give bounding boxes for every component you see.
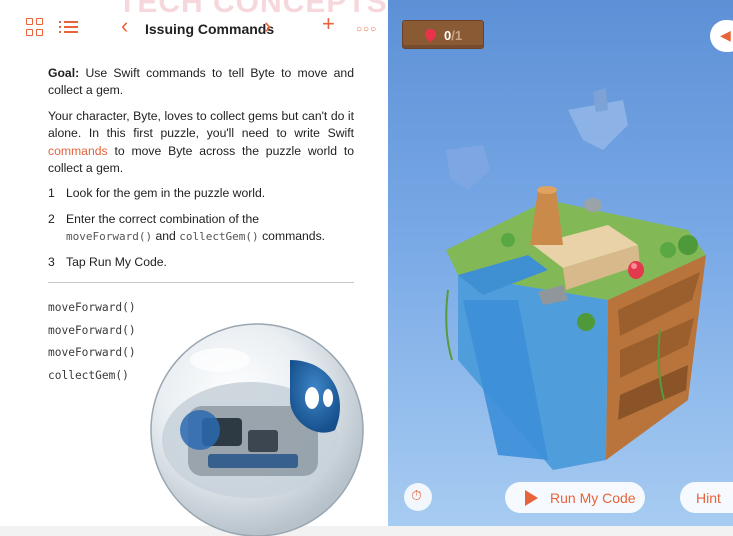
speaker-icon: ◀: [720, 27, 731, 43]
commands-link[interactable]: commands: [48, 144, 108, 158]
steps-list: 1 Look for the gem in the puzzle world. 2…: [48, 185, 354, 271]
code-token: collectGem(): [179, 230, 259, 244]
goal-paragraph: Goal: Use Swift commands to tell Byte to…: [48, 65, 354, 100]
game-controls: ⏱ Run My Code Hint: [388, 480, 733, 520]
code-line[interactable]: moveForward(): [48, 297, 136, 320]
intro-paragraph: Your character, Byte, loves to collect g…: [48, 108, 354, 178]
step-number: 1: [48, 186, 55, 201]
divider: [48, 282, 354, 283]
goal-text: Use Swift commands to tell Byte to move …: [48, 66, 354, 98]
speed-button[interactable]: ⏱: [404, 483, 432, 511]
floating-island: [446, 145, 490, 190]
code-token: moveForward(): [66, 230, 153, 244]
step-number: 2: [48, 211, 55, 226]
plus-icon[interactable]: +: [322, 13, 335, 35]
floating-island: [568, 88, 628, 150]
step-item: 3 Tap Run My Code.: [48, 254, 354, 271]
step-item: 2 Enter the correct combination of the mov…: [48, 211, 354, 246]
score-total: /1: [451, 28, 463, 43]
step-number: 3: [48, 254, 55, 269]
step-text: commands.: [258, 229, 326, 244]
puzzle-world-scene[interactable]: [388, 0, 733, 536]
lesson-pane: TECH CONCEPTS ‹ Issuing Commands › + ○○○…: [0, 0, 388, 536]
code-editor[interactable]: moveForward() moveForward() moveForward(…: [48, 297, 136, 387]
more-icon[interactable]: ○○○: [356, 20, 377, 40]
step-text: Enter the correct combination of the: [66, 211, 260, 226]
robot-sphere-image: [150, 323, 364, 536]
gem-object: [628, 261, 644, 279]
lesson-content: Goal: Use Swift commands to tell Byte to…: [48, 65, 354, 279]
code-line[interactable]: collectGem(): [48, 365, 136, 388]
step-text: and: [152, 229, 180, 244]
step-item: 1 Look for the gem in the puzzle world.: [48, 185, 354, 202]
intro-text: Your character, Byte, loves to collect g…: [48, 108, 354, 141]
grid-icon[interactable]: [26, 18, 44, 36]
page-title: Issuing Commands: [145, 21, 275, 37]
top-toolbar: ‹ Issuing Commands › + ○○○: [0, 13, 388, 48]
step-text: Tap Run My Code.: [66, 254, 167, 269]
code-line[interactable]: moveForward(): [48, 320, 136, 343]
speed-icon: ⏱: [411, 487, 422, 503]
chevron-left-icon[interactable]: ‹: [121, 15, 128, 37]
goal-label: Goal:: [48, 66, 80, 80]
run-my-code-button[interactable]: Run My Code: [505, 482, 645, 513]
chevron-right-icon[interactable]: ›: [264, 15, 271, 37]
puzzle-world-view[interactable]: 0/1 ◀ ⏱ Run My Code Hint: [388, 0, 733, 536]
step-text: Look for the gem in the puzzle world.: [66, 186, 266, 201]
code-line[interactable]: moveForward(): [48, 342, 136, 365]
gem-score: 0/1: [402, 20, 484, 49]
gem-icon: [422, 26, 439, 43]
play-icon: [525, 490, 538, 506]
score-text: 0/1: [444, 28, 462, 43]
run-my-code-label: Run My Code: [550, 490, 636, 506]
hint-label: Hint: [696, 490, 721, 506]
hint-button[interactable]: Hint: [680, 482, 733, 513]
list-icon[interactable]: [59, 18, 78, 35]
